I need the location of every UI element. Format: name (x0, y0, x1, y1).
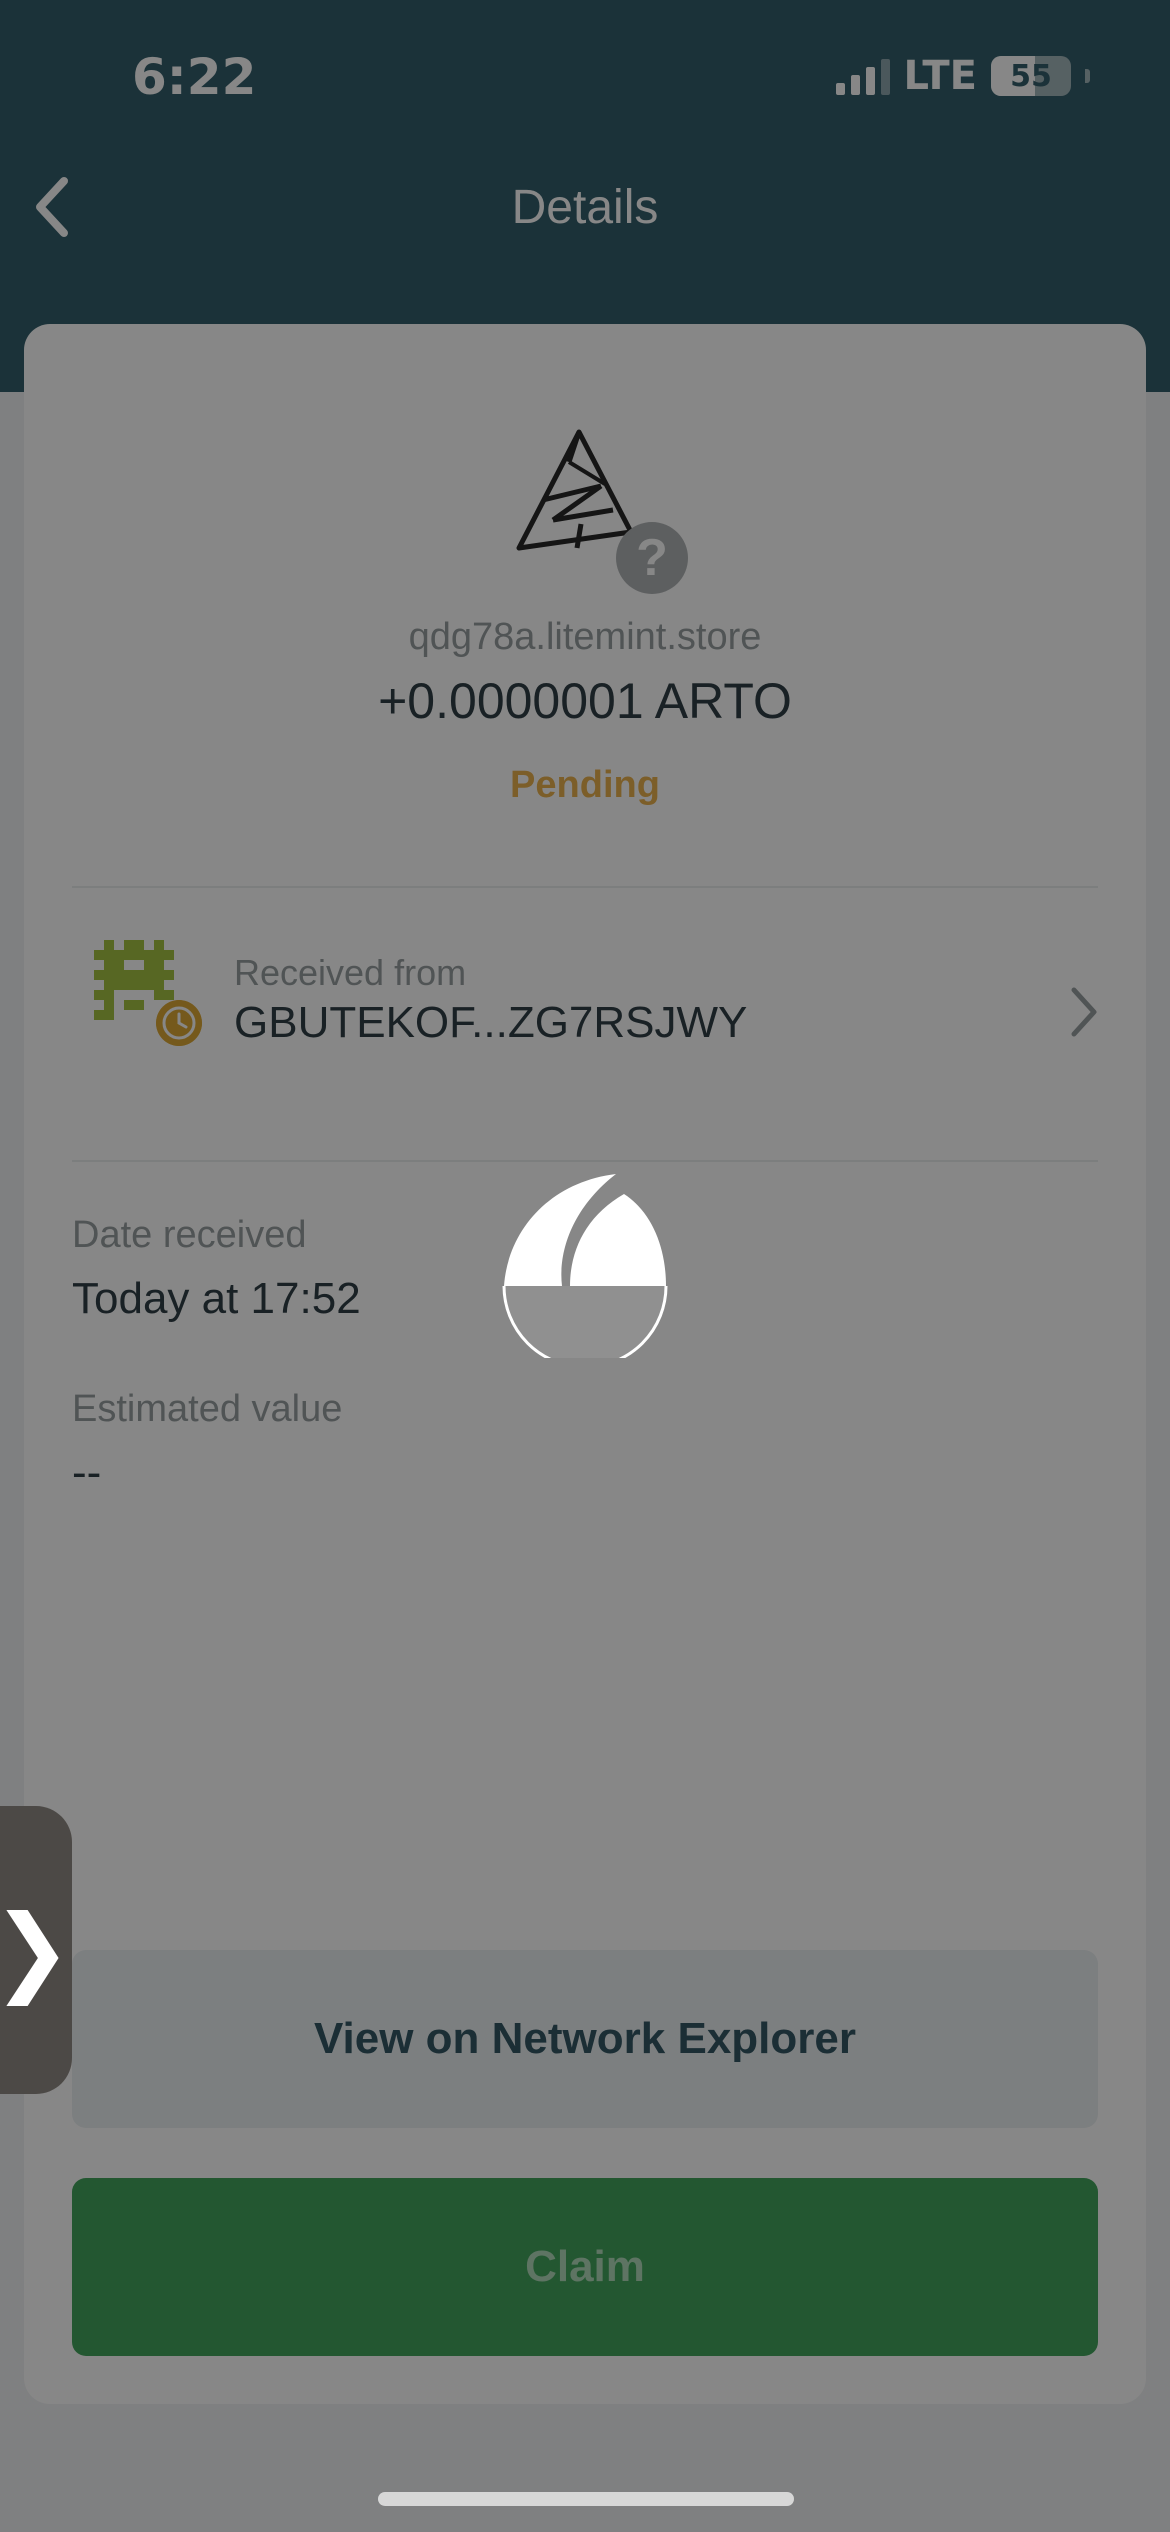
estimated-value-label: Estimated value (72, 1388, 343, 1430)
sender-row[interactable]: Received from GBUTEKOF...ZG7RSJWY (72, 890, 1112, 1060)
battery-icon: 55 (991, 56, 1071, 96)
sender-label: Received from (234, 952, 467, 993)
signal-icon (835, 57, 890, 95)
claim-button[interactable]: Claim (72, 2178, 1098, 2356)
battery-tip (1085, 69, 1090, 83)
unknown-asset-icon: ? (616, 522, 688, 594)
loading-spinner-icon (502, 1174, 668, 1358)
side-drawer-tab[interactable]: ❯ (0, 1806, 72, 2094)
sender-address: GBUTEKOF...ZG7RSJWY (234, 998, 748, 1047)
chevron-right-icon: ❯ (0, 1894, 72, 2006)
transaction-amount: +0.0000001 ARTO (378, 673, 792, 729)
chevron-right-icon (1071, 987, 1097, 1037)
status-time: 6:22 (132, 48, 257, 106)
asset-logo (516, 429, 634, 551)
divider (72, 1160, 1098, 1162)
network-label: LTE (903, 53, 977, 99)
view-network-explorer-button[interactable]: View on Network Explorer (72, 1950, 1098, 2128)
date-received-label: Date received (72, 1214, 307, 1256)
estimated-value: -- (72, 1448, 102, 1497)
date-received-value: Today at 17:52 (72, 1274, 361, 1323)
battery-level: 55 (1010, 58, 1052, 94)
page-title: Details (511, 181, 659, 234)
home-indicator[interactable] (378, 2492, 794, 2506)
transaction-details-card: ? qdg78a.litemint.store +0.0000001 ARTO … (24, 324, 1146, 2404)
status-badge: Pending (510, 764, 660, 806)
divider (72, 886, 1098, 888)
status-indicators: LTE 55 (835, 53, 1090, 99)
clock-icon (156, 1000, 202, 1046)
asset-domain: qdg78a.litemint.store (408, 616, 762, 658)
